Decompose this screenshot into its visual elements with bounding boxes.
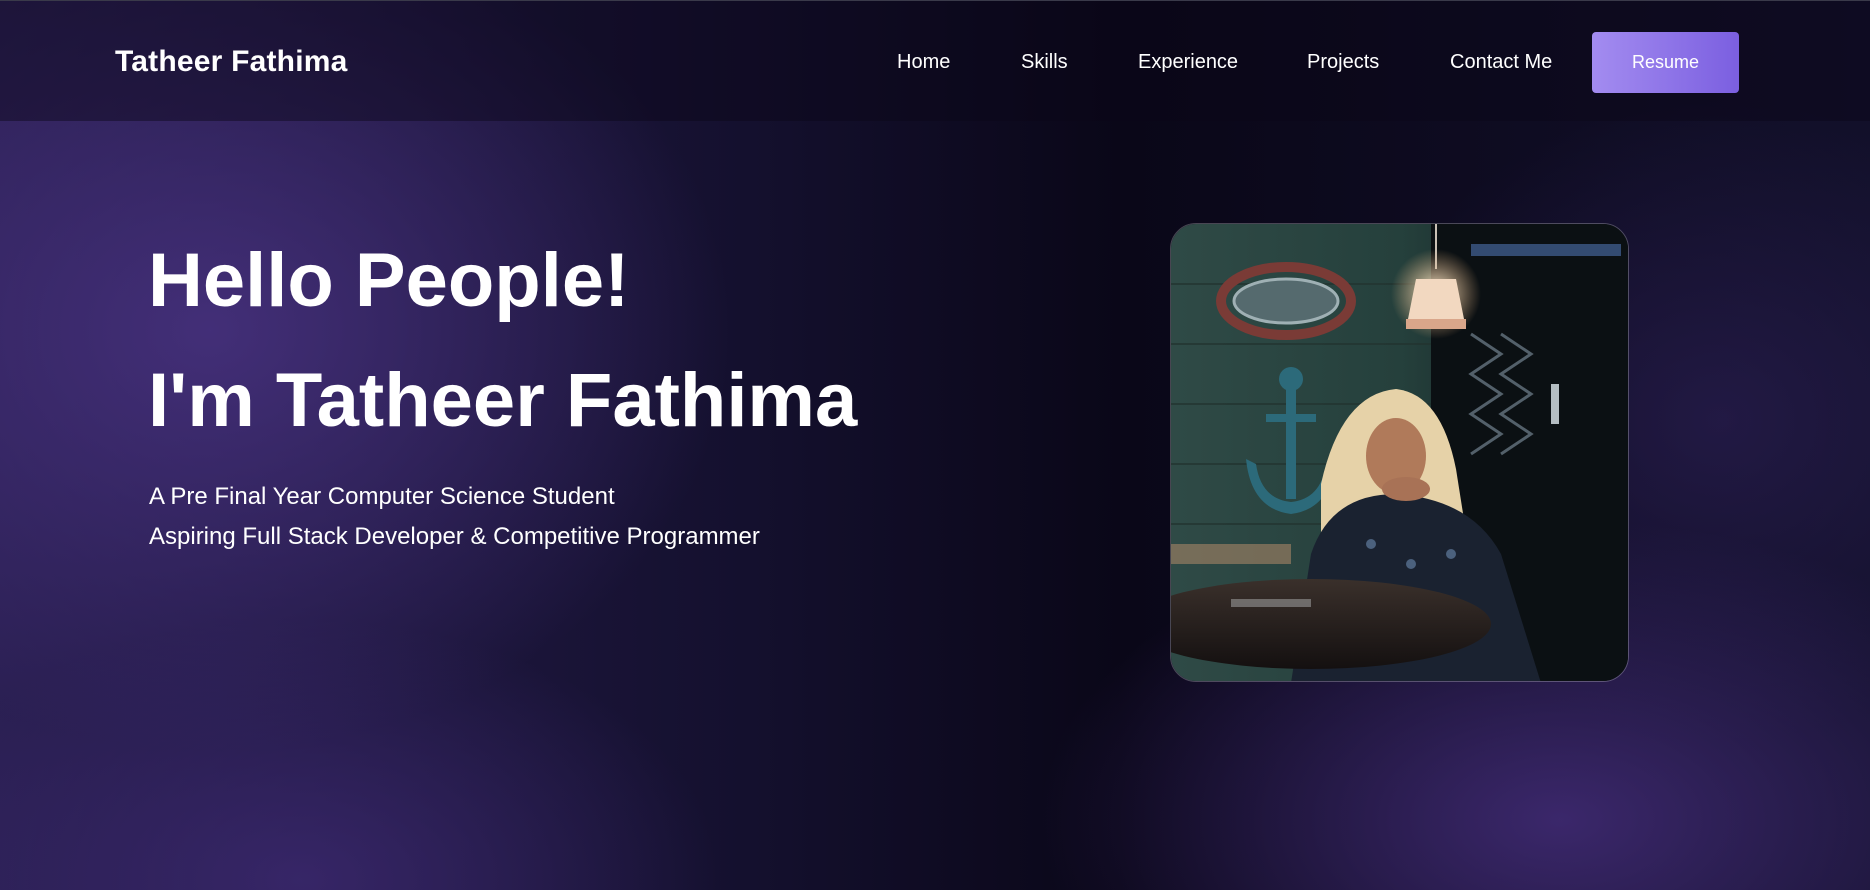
profile-photo — [1170, 223, 1629, 682]
nav-link-projects[interactable]: Projects — [1307, 51, 1379, 74]
nav-link-contact[interactable]: Contact Me — [1450, 51, 1552, 74]
nav-link-home[interactable]: Home — [897, 51, 950, 74]
top-navbar: Tatheer Fathima Home Skills Experience P… — [0, 1, 1870, 121]
hero-greeting: Hello People! — [148, 238, 630, 323]
brand-logo[interactable]: Tatheer Fathima — [115, 45, 348, 79]
hero-subtitle-1: A Pre Final Year Computer Science Studen… — [149, 483, 615, 510]
hero-intro: I'm Tatheer Fathima — [148, 358, 858, 443]
nav-link-experience[interactable]: Experience — [1138, 51, 1238, 74]
resume-button[interactable]: Resume — [1592, 32, 1739, 93]
nav-link-skills[interactable]: Skills — [1021, 51, 1068, 74]
hero-subtitle-2: Aspiring Full Stack Developer & Competit… — [149, 523, 760, 550]
